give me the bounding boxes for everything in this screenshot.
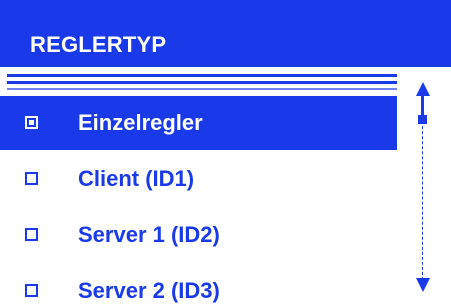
scrollbar[interactable] <box>412 82 438 300</box>
header-bar: REGLERTYP <box>0 0 451 66</box>
checkbox-checked-icon[interactable] <box>25 116 38 129</box>
scroll-down-arrow-icon[interactable] <box>416 278 430 292</box>
list-item-label: Server 2 (ID3) <box>78 278 220 303</box>
list-item-label: Einzelregler <box>78 110 203 135</box>
list-item-server1-id2[interactable]: Server 1 (ID2) <box>0 208 397 262</box>
reglertyp-screen: REGLERTYP Einzelregler Client (ID1) Serv… <box>0 0 451 307</box>
divider-line <box>7 88 397 90</box>
list-item-label: Server 1 (ID2) <box>78 222 220 247</box>
checkbox-unchecked-icon[interactable] <box>25 284 38 297</box>
header-underline <box>0 64 451 67</box>
list-item-einzelregler[interactable]: Einzelregler <box>0 96 397 150</box>
scroll-thumb[interactable] <box>418 115 427 124</box>
list-item-server2-id3[interactable]: Server 2 (ID3) <box>0 264 397 307</box>
list-item-label: Client (ID1) <box>78 166 195 191</box>
scroll-up-arrow-icon[interactable] <box>416 82 430 96</box>
scroll-thumb-stem <box>421 96 424 115</box>
page-title: REGLERTYP <box>30 32 167 57</box>
divider-line <box>7 81 397 84</box>
list-item-client-id1[interactable]: Client (ID1) <box>0 152 397 206</box>
checkbox-unchecked-icon[interactable] <box>25 228 38 241</box>
checkbox-unchecked-icon[interactable] <box>25 172 38 185</box>
divider-line <box>7 74 397 77</box>
